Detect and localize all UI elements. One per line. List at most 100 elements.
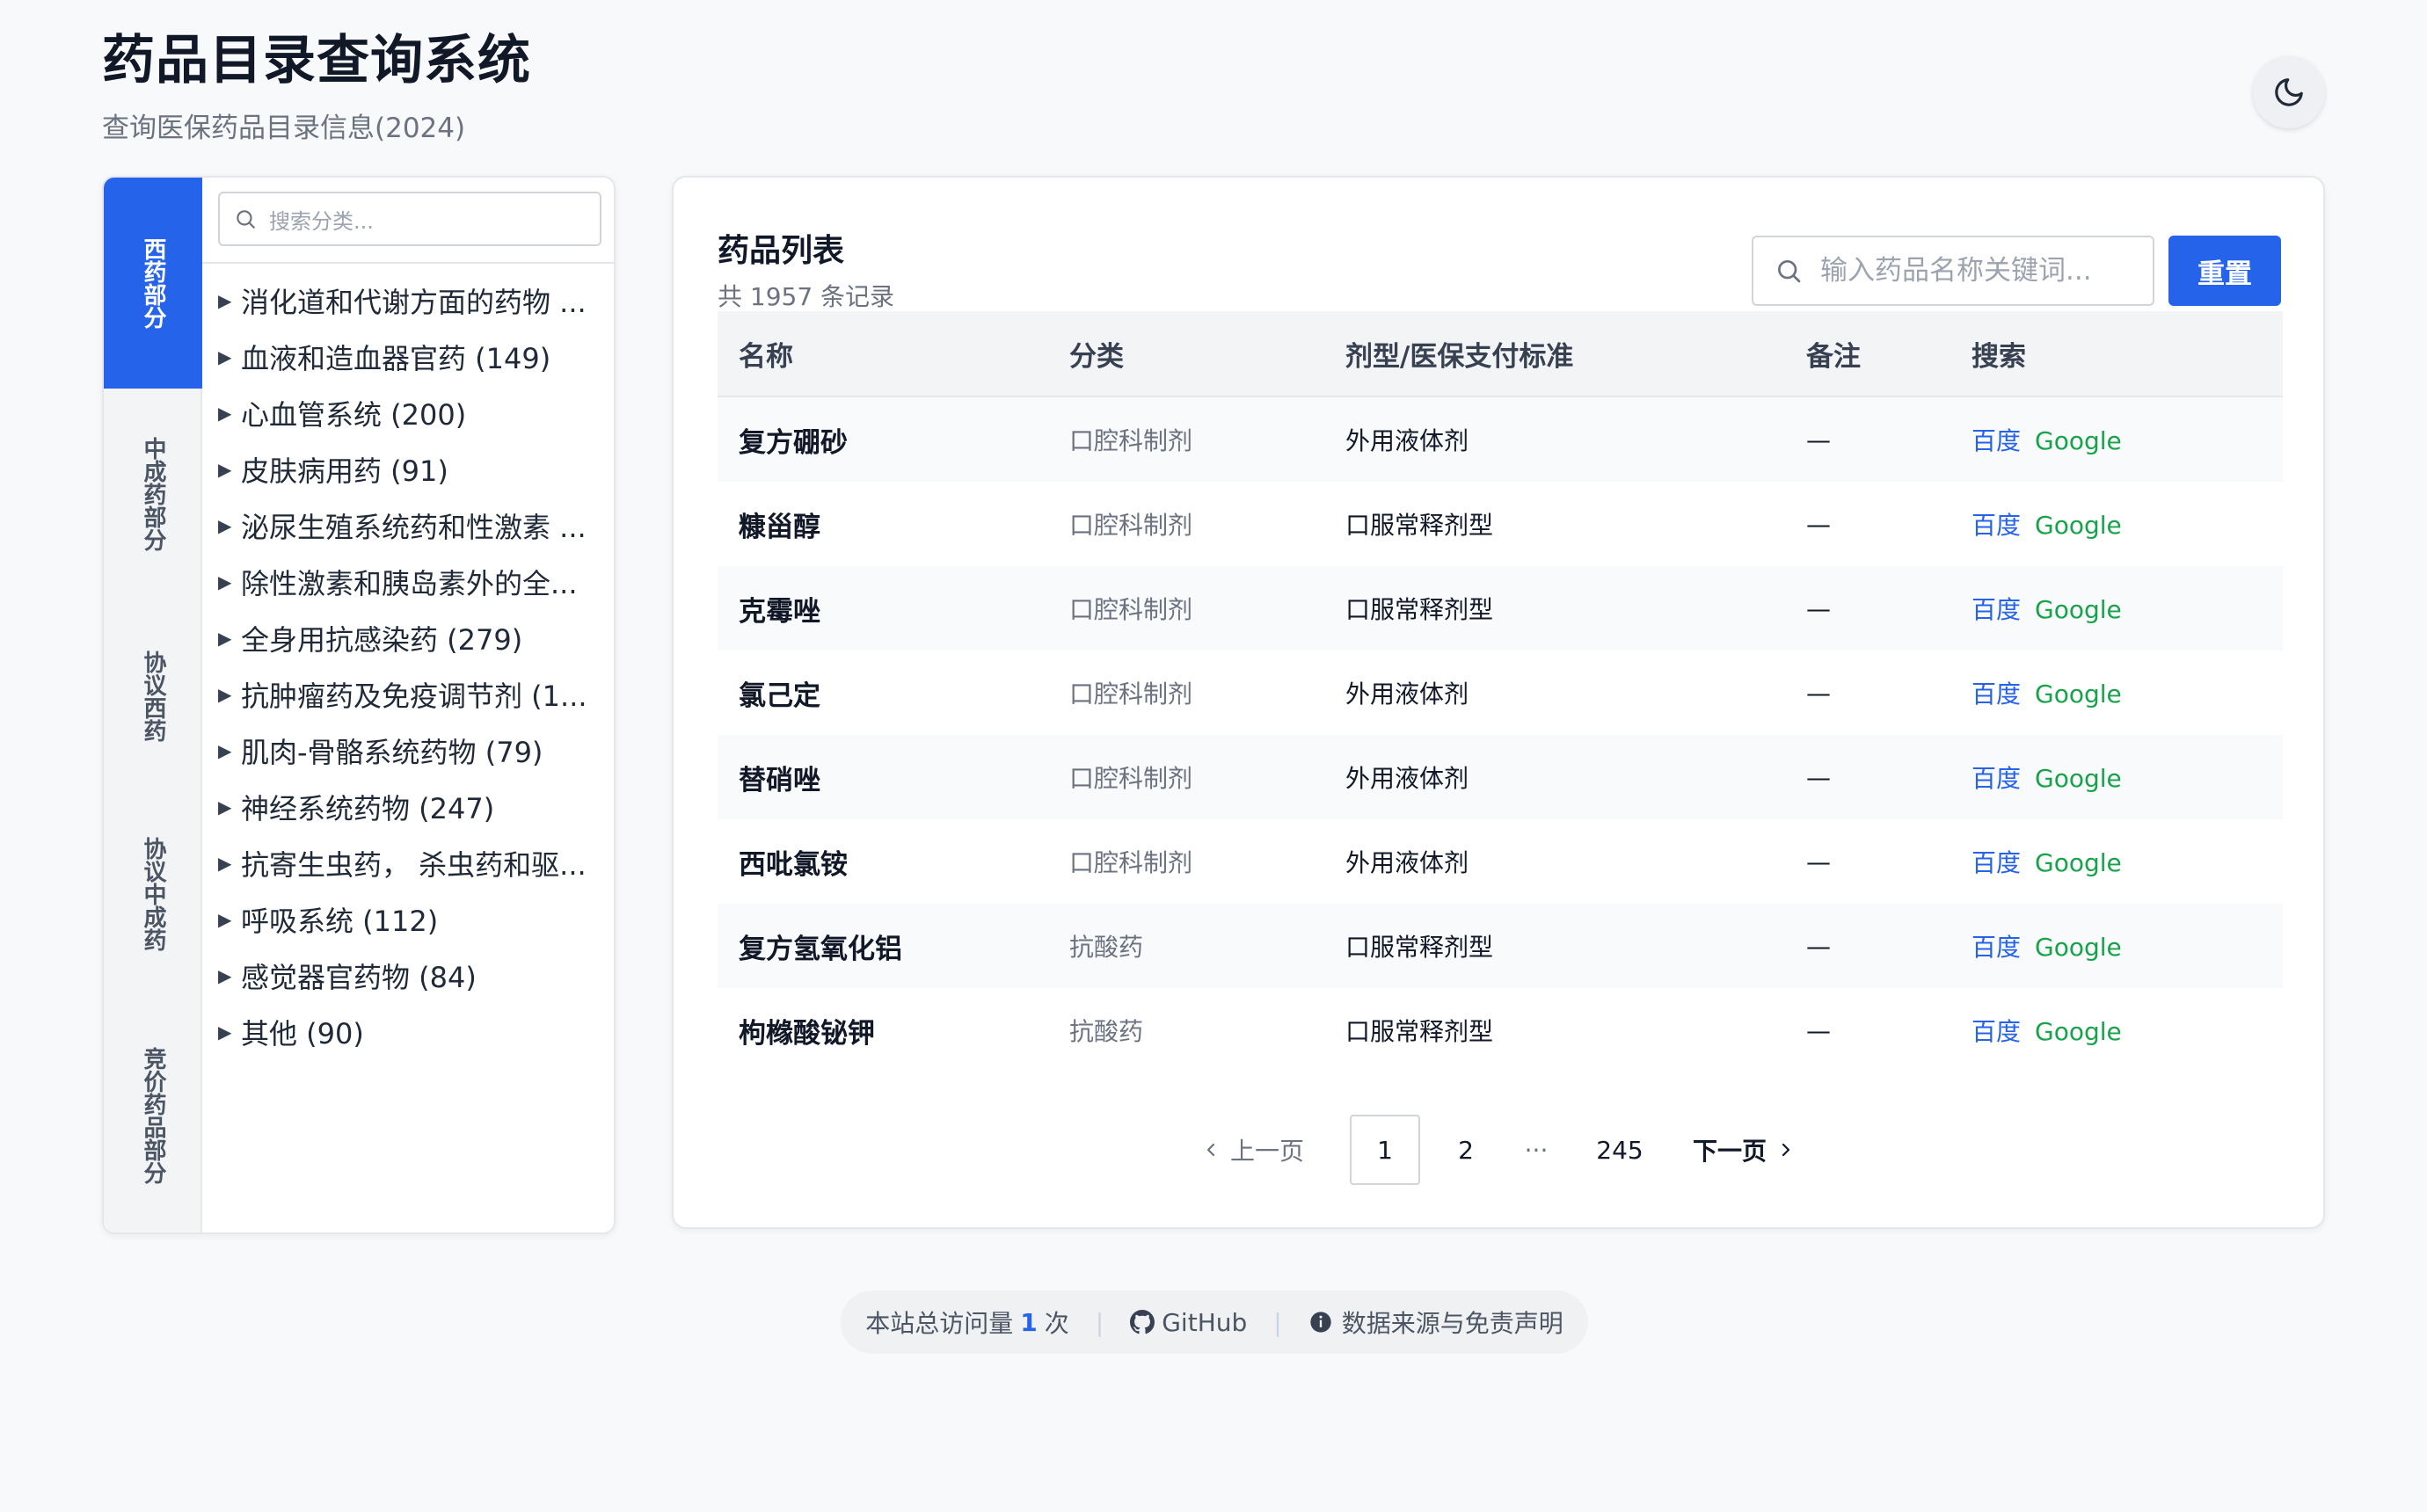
category-item[interactable]: ▶ 抗肿瘤药及免疫调节剂 (1...: [218, 666, 605, 723]
caret-right-icon: ▶: [218, 909, 232, 930]
visits-suffix: 次: [1044, 1309, 1069, 1338]
next-page-label: 下一页: [1692, 1137, 1767, 1166]
google-search-link[interactable]: Google: [2035, 1017, 2122, 1046]
disclaimer-link[interactable]: 数据来源与免责声明: [1308, 1305, 1563, 1340]
page-2-button[interactable]: 2: [1431, 1115, 1501, 1185]
drug-name: 西吡氯铵: [739, 848, 848, 881]
tab-western-medicine[interactable]: 西药部分: [104, 178, 202, 389]
google-search-link[interactable]: Google: [2035, 511, 2122, 540]
google-search-link[interactable]: Google: [2035, 426, 2122, 455]
drug-form: 外用液体剂: [1345, 764, 1469, 793]
baidu-search-link[interactable]: 百度: [1971, 933, 2021, 962]
category-item[interactable]: ▶ 肌肉-骨骼系统药物 (79): [218, 723, 605, 779]
visit-counter: 本站总访问量 1 次: [865, 1305, 1069, 1340]
drug-note: —: [1806, 931, 1831, 961]
category-item[interactable]: ▶ 泌尿生殖系统药和性激素 ...: [218, 498, 605, 554]
category-item[interactable]: ▶ 感觉器官药物 (84): [218, 948, 605, 1004]
drug-name: 枸橼酸铋钾: [739, 1017, 875, 1050]
baidu-search-link[interactable]: 百度: [1971, 680, 2021, 709]
drug-note: —: [1806, 509, 1831, 539]
drug-table: 名称 分类 剂型/医保支付标准 备注 搜索 复方硼砂 口腔科制剂 外用液体剂 —…: [718, 311, 2283, 1072]
table-row: 氯己定 口腔科制剂 外用液体剂 — 百度 Google: [718, 651, 2283, 735]
category-item[interactable]: ▶ 消化道和代谢方面的药物 ...: [218, 273, 605, 329]
table-row: 克霉唑 口腔科制剂 口服常释剂型 — 百度 Google: [718, 566, 2283, 651]
tab-label: 中成药部分: [140, 437, 166, 551]
google-search-link[interactable]: Google: [2035, 680, 2122, 709]
prev-page-button[interactable]: 上一页: [1186, 1115, 1318, 1185]
baidu-search-link[interactable]: 百度: [1971, 848, 2021, 877]
drug-search-input[interactable]: [1820, 255, 2137, 287]
category-item[interactable]: ▶ 全身用抗感染药 (279): [218, 610, 605, 666]
drug-category: 口腔科制剂: [1069, 848, 1193, 877]
category-item[interactable]: ▶ 血液和造血器官药 (149): [218, 329, 605, 385]
category-item[interactable]: ▶ 呼吸系统 (112): [218, 891, 605, 948]
drug-name: 克霉唑: [739, 595, 820, 628]
caret-right-icon: ▶: [218, 459, 232, 480]
category-item[interactable]: ▶ 除性激素和胰岛素外的全...: [218, 554, 605, 610]
footer: 本站总访问量 1 次 | GitHub | 数据来源与免责声明: [841, 1290, 1588, 1354]
google-search-link[interactable]: Google: [2035, 764, 2122, 793]
divider: [202, 262, 614, 264]
reset-button[interactable]: 重置: [2168, 236, 2281, 306]
disclaimer-label: 数据来源与免责声明: [1341, 1309, 1563, 1338]
drug-category: 口腔科制剂: [1069, 595, 1193, 624]
table-row: 复方氢氧化铝 抗酸药 口服常释剂型 — 百度 Google: [718, 904, 2283, 988]
tab-bidding-drugs[interactable]: 竞价药品部分: [104, 995, 202, 1232]
page-subtitle: 查询医保药品目录信息(2024): [102, 113, 466, 144]
drug-search-field: [1752, 236, 2154, 306]
github-link[interactable]: GitHub: [1130, 1308, 1247, 1337]
search-icon: [237, 210, 255, 229]
tab-chinese-patent-medicine[interactable]: 中成药部分: [104, 389, 202, 600]
caret-right-icon: ▶: [218, 628, 232, 649]
baidu-search-link[interactable]: 百度: [1971, 426, 2021, 455]
info-icon: [1310, 1312, 1331, 1333]
tab-label: 协议西药: [140, 651, 166, 742]
category-item[interactable]: ▶ 心血管系统 (200): [218, 385, 605, 441]
drug-form: 口服常释剂型: [1345, 511, 1494, 540]
page-1-button[interactable]: 1: [1350, 1115, 1420, 1185]
google-search-link[interactable]: Google: [2035, 595, 2122, 624]
category-search-input[interactable]: 搜索分类...: [218, 192, 601, 246]
moon-icon: [2275, 78, 2303, 106]
footer-separator: |: [1095, 1307, 1104, 1337]
drug-form: 外用液体剂: [1345, 848, 1469, 877]
tab-agreement-western[interactable]: 协议西药: [104, 600, 202, 793]
table-row: 替硝唑 口腔科制剂 外用液体剂 — 百度 Google: [718, 735, 2283, 819]
baidu-search-link[interactable]: 百度: [1971, 764, 2021, 793]
caret-right-icon: ▶: [218, 796, 232, 818]
caret-right-icon: ▶: [218, 965, 232, 986]
pagination: 上一页 1 2 ··· 245 下一页: [674, 1115, 2323, 1185]
google-search-link[interactable]: Google: [2035, 848, 2122, 877]
drug-name: 复方氢氧化铝: [739, 933, 902, 965]
category-panel: 西药部分 中成药部分 协议西药 协议中成药 竞价药品部分 搜索分类... ▶ 消化…: [102, 176, 616, 1234]
tab-agreement-chinese[interactable]: 协议中成药: [104, 793, 202, 995]
column-header-search: 搜索: [1971, 340, 2026, 373]
page-header: 药品目录查询系统 查询医保药品目录信息(2024): [102, 26, 531, 146]
google-search-link[interactable]: Google: [2035, 933, 2122, 962]
visits-count: 1: [1020, 1307, 1038, 1337]
drug-form: 口服常释剂型: [1345, 595, 1494, 624]
baidu-search-link[interactable]: 百度: [1971, 511, 2021, 540]
column-header-category: 分类: [1069, 340, 1124, 373]
drug-form: 外用液体剂: [1345, 680, 1469, 709]
chevron-right-icon: [1782, 1143, 1790, 1157]
theme-toggle-button[interactable]: [2253, 56, 2325, 128]
drug-name: 糠甾醇: [739, 511, 820, 543]
baidu-search-link[interactable]: 百度: [1971, 1017, 2021, 1046]
drug-category: 口腔科制剂: [1069, 426, 1193, 455]
table-row: 枸橼酸铋钾 抗酸药 口服常释剂型 — 百度 Google: [718, 988, 2283, 1072]
github-label: GitHub: [1162, 1307, 1248, 1337]
baidu-search-link[interactable]: 百度: [1971, 595, 2021, 624]
record-count: 共 1957 条记录: [718, 282, 895, 311]
category-item[interactable]: ▶ 皮肤病用药 (91): [218, 441, 605, 498]
page-last-button[interactable]: 245: [1571, 1115, 1668, 1185]
category-item[interactable]: ▶ 抗寄生虫药， 杀虫药和驱...: [218, 835, 605, 891]
category-item[interactable]: ▶ 其他 (90): [218, 1004, 605, 1060]
drug-note: —: [1806, 593, 1831, 623]
drug-category: 抗酸药: [1069, 933, 1144, 962]
next-page-button[interactable]: 下一页: [1679, 1115, 1811, 1185]
drug-note: —: [1806, 847, 1831, 876]
visits-prefix: 本站总访问量: [865, 1309, 1014, 1338]
pagination-ellipsis[interactable]: ···: [1501, 1115, 1571, 1185]
category-item[interactable]: ▶ 神经系统药物 (247): [218, 779, 605, 835]
